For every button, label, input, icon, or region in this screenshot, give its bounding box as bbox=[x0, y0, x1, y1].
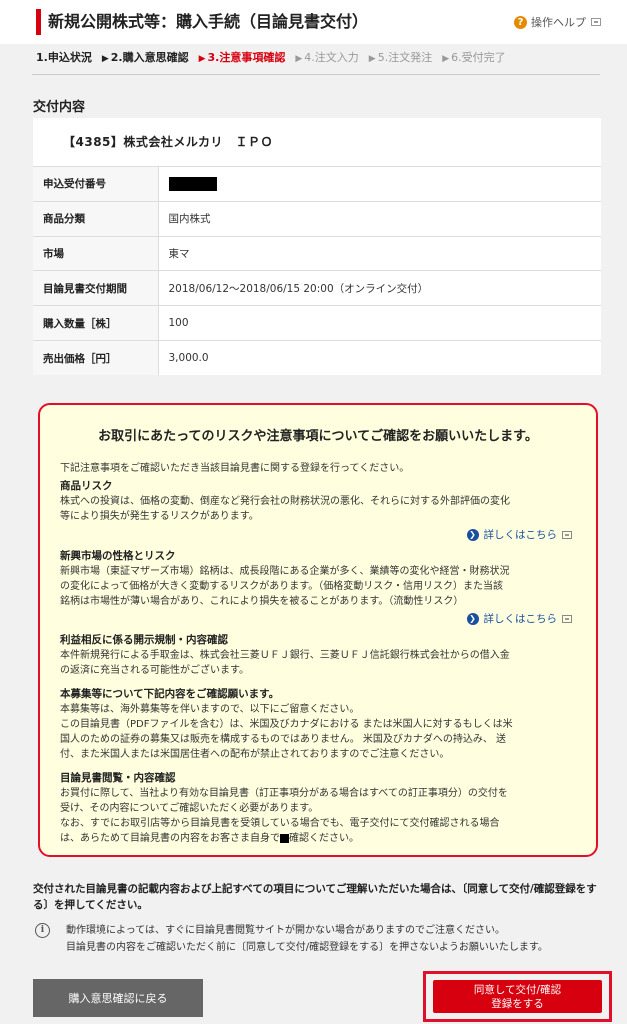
step-progress: 1.申込状況 ▶ 2.購入意思確認 ▶ 3.注意事項確認 ▶ 4.注文入力 ▶ 5.注文… bbox=[36, 50, 516, 67]
row-label: 目論見書交付期間 bbox=[33, 270, 159, 306]
agree-button-highlight: 同意して交付/確認 登録をする bbox=[423, 971, 612, 1022]
table-row: 申込受付番号 bbox=[33, 166, 601, 202]
notice-line: の変化によって価格が大きく変動するリスクがあります。（価格変動リスク・信用リスク… bbox=[60, 581, 503, 592]
row-label: 市場 bbox=[33, 235, 159, 271]
notice-line: お買付に際して、当社より有効な目論見書（訂正事項分がある場合はすべての訂正事項分… bbox=[60, 788, 508, 799]
step-4: ▶ 4.注文入力 bbox=[295, 51, 359, 64]
step-3: ▶ 3.注意事項確認 bbox=[198, 51, 286, 64]
step-arrow-icon: ▶ bbox=[368, 54, 376, 64]
redacted-mark bbox=[280, 833, 289, 843]
new-window-icon bbox=[591, 18, 601, 26]
more-label: 詳しくはこちら bbox=[483, 529, 558, 541]
notice-line: 銘柄は市場性が薄い場合があり、これにより損失を被ることがあります。（流動性リスク… bbox=[60, 596, 464, 607]
notice-heading: 商品リスク bbox=[60, 480, 113, 492]
row-value: 100 bbox=[158, 305, 601, 341]
row-label: 売出価格［円］ bbox=[33, 339, 159, 376]
agree-register-button[interactable]: 同意して交付/確認 登録をする bbox=[433, 980, 602, 1013]
notice-line: 等により損失が発生するリスクがあります。 bbox=[60, 511, 259, 522]
title-accent-bar bbox=[36, 9, 41, 35]
table-row: 売出価格［円］ 3,000.0 bbox=[33, 339, 601, 376]
notice-line: 新興市場（東証マザーズ市場）銘柄は、成長段階にある企業が多く、業績等の変化や経営… bbox=[60, 566, 510, 577]
notice-block-offering: 本募集等について下記内容をご確認願います。 本募集等は、海外募集等を伴いますので… bbox=[60, 687, 580, 762]
notice-heading: 目論見書閲覧・内容確認 bbox=[60, 772, 176, 784]
step-arrow-icon: ▶ bbox=[101, 54, 109, 64]
table-row: 市場 東マ bbox=[33, 235, 601, 271]
notice-block-emerging-market: 新興市場の性格とリスク 新興市場（東証マザーズ市場）銘柄は、成長段階にある企業が… bbox=[60, 549, 580, 609]
notice-heading: 利益相反に係る開示規制・内容確認 bbox=[60, 634, 228, 646]
row-label: 購入数量［株］ bbox=[33, 305, 159, 341]
back-button[interactable]: 購入意思確認に戻る bbox=[33, 979, 203, 1017]
environment-note: 動作環境によっては、すぐに目論見書閲覧サイトが開かない場合がありますのでご注意く… bbox=[66, 922, 616, 956]
table-row: 商品分類 国内株式 bbox=[33, 200, 601, 237]
row-value: 2018/06/12～2018/06/15 20:00（オンライン交付） bbox=[158, 270, 601, 306]
help-label: 操作ヘルプ bbox=[531, 16, 586, 29]
more-link-emerging-market[interactable]: ❯ 詳しくはこちら bbox=[466, 611, 572, 626]
env-note-line: 目論見書の内容をご確認いただく前に〔同意して交付/確認登録をする〕を押さないよう… bbox=[66, 942, 548, 953]
info-icon: i bbox=[35, 923, 50, 938]
step-arrow-icon: ▶ bbox=[295, 54, 303, 64]
notice-line: 受け、その内容についてご確認いただく必要があります。 bbox=[60, 803, 319, 814]
new-window-icon bbox=[562, 530, 572, 539]
redacted-value bbox=[168, 176, 217, 191]
page-title: 新規公開株式等：購入手続（目論見書交付） bbox=[48, 12, 369, 31]
table-row: 目論見書交付期間 2018/06/12～2018/06/15 20:00（オンラ… bbox=[33, 270, 601, 306]
notice-line: 付、また米国人または米国居住者への配布が禁止されておりますのでご注意ください。 bbox=[60, 749, 450, 760]
row-value: 3,000.0 bbox=[158, 339, 601, 376]
env-note-line: 動作環境によっては、すぐに目論見書閲覧サイトが開かない場合がありますのでご注意く… bbox=[66, 925, 505, 936]
notice-heading: 本募集等について下記内容をご確認願います。 bbox=[60, 688, 280, 700]
step-5: ▶ 5.注文発注 bbox=[368, 51, 433, 64]
table-row: 購入数量［株］ 100 bbox=[33, 305, 601, 341]
row-value: 国内株式 bbox=[158, 200, 601, 237]
notice-line: この目論見書（PDFファイルを含む）は、米国及びカナダにおける または米国人に対… bbox=[60, 719, 513, 730]
notice-line: 本件新規発行による手取金は、株式会社三菱ＵＦＪ銀行、三菱ＵＦＪ信託銀行株式会社か… bbox=[60, 650, 510, 661]
product-header: 【4385】株式会社メルカリ ＩＰＯ bbox=[33, 118, 601, 166]
notice-line: の返済に充当される可能性がございます。 bbox=[60, 665, 249, 676]
help-link[interactable]: ? 操作ヘルプ bbox=[514, 14, 601, 30]
row-value: 東マ bbox=[158, 235, 601, 271]
delivery-info-table: 申込受付番号 商品分類 国内株式 市場 東マ 目論見書交付期間 2018/06/… bbox=[33, 166, 601, 376]
notice-block-conflict-of-interest: 利益相反に係る開示規制・内容確認 本件新規発行による手取金は、株式会社三菱ＵＦＪ… bbox=[60, 633, 580, 678]
agree-label-line1: 同意して交付/確認 bbox=[473, 983, 562, 996]
step-1: 1.申込状況 bbox=[36, 51, 92, 64]
row-label: 申込受付番号 bbox=[33, 166, 159, 202]
step-arrow-icon: ▶ bbox=[198, 54, 206, 64]
step-2: ▶ 2.購入意思確認 bbox=[101, 51, 189, 64]
steps-divider bbox=[32, 74, 600, 75]
product-name: 【4385】株式会社メルカリ ＩＰＯ bbox=[63, 135, 274, 149]
question-icon: ? bbox=[514, 15, 527, 29]
more-label: 詳しくはこちら bbox=[483, 613, 558, 625]
notice-block-prospectus: 目論見書閲覧・内容確認 お買付に際して、当社より有効な目論見書（訂正事項分がある… bbox=[60, 771, 580, 846]
notice-line: 本募集等は、海外募集等を伴いますので、以下にご留意ください。 bbox=[60, 704, 360, 715]
notice-intro: 下記注意事項をご確認いただき当該目論見書に関する登録を行ってください。 bbox=[60, 463, 410, 474]
section-title: 交付内容 bbox=[33, 100, 86, 115]
notice-line: 株式への投資は、価格の変動、倒産など発行会社の財務状況の悪化、それらに対する外部… bbox=[60, 496, 510, 507]
row-value bbox=[158, 166, 601, 202]
agree-label-line2: 登録をする bbox=[491, 997, 544, 1010]
risk-notice-box: お取引にあたってのリスクや注意事項についてご確認をお願いいたします。 下記注意事… bbox=[38, 403, 598, 857]
notice-block-product-risk: 商品リスク 株式への投資は、価格の変動、倒産など発行会社の財務状況の悪化、それら… bbox=[60, 479, 580, 524]
row-label: 商品分類 bbox=[33, 200, 159, 237]
new-window-icon bbox=[562, 614, 572, 623]
step-arrow-icon: ▶ bbox=[442, 54, 450, 64]
notice-line: なお、すでにお取引店等から目論見書を受領している場合でも、電子交付にて交付確認さ… bbox=[60, 818, 500, 829]
more-link-product-risk[interactable]: ❯ 詳しくはこちら bbox=[466, 527, 572, 542]
notice-line: は、あらためて目論見書の内容をお客さま自身で 確認ください。 bbox=[60, 833, 359, 844]
notice-heading: 新興市場の性格とリスク bbox=[60, 550, 176, 562]
confirm-instructions: 交付された目論見書の記載内容および上記すべての項目についてご理解いただいた場合は… bbox=[33, 883, 597, 911]
notice-line: 国人のための証券の募集又は販売を構成するものではありません。 米国及びカナダへの… bbox=[60, 734, 507, 745]
chevron-right-icon: ❯ bbox=[466, 528, 479, 541]
notice-title: お取引にあたってのリスクや注意事項についてご確認をお願いいたします。 bbox=[98, 429, 538, 444]
chevron-right-icon: ❯ bbox=[466, 612, 479, 625]
step-6: ▶ 6.受付完了 bbox=[442, 51, 506, 64]
page-header: 新規公開株式等：購入手続（目論見書交付） ? 操作ヘルプ bbox=[0, 0, 627, 44]
